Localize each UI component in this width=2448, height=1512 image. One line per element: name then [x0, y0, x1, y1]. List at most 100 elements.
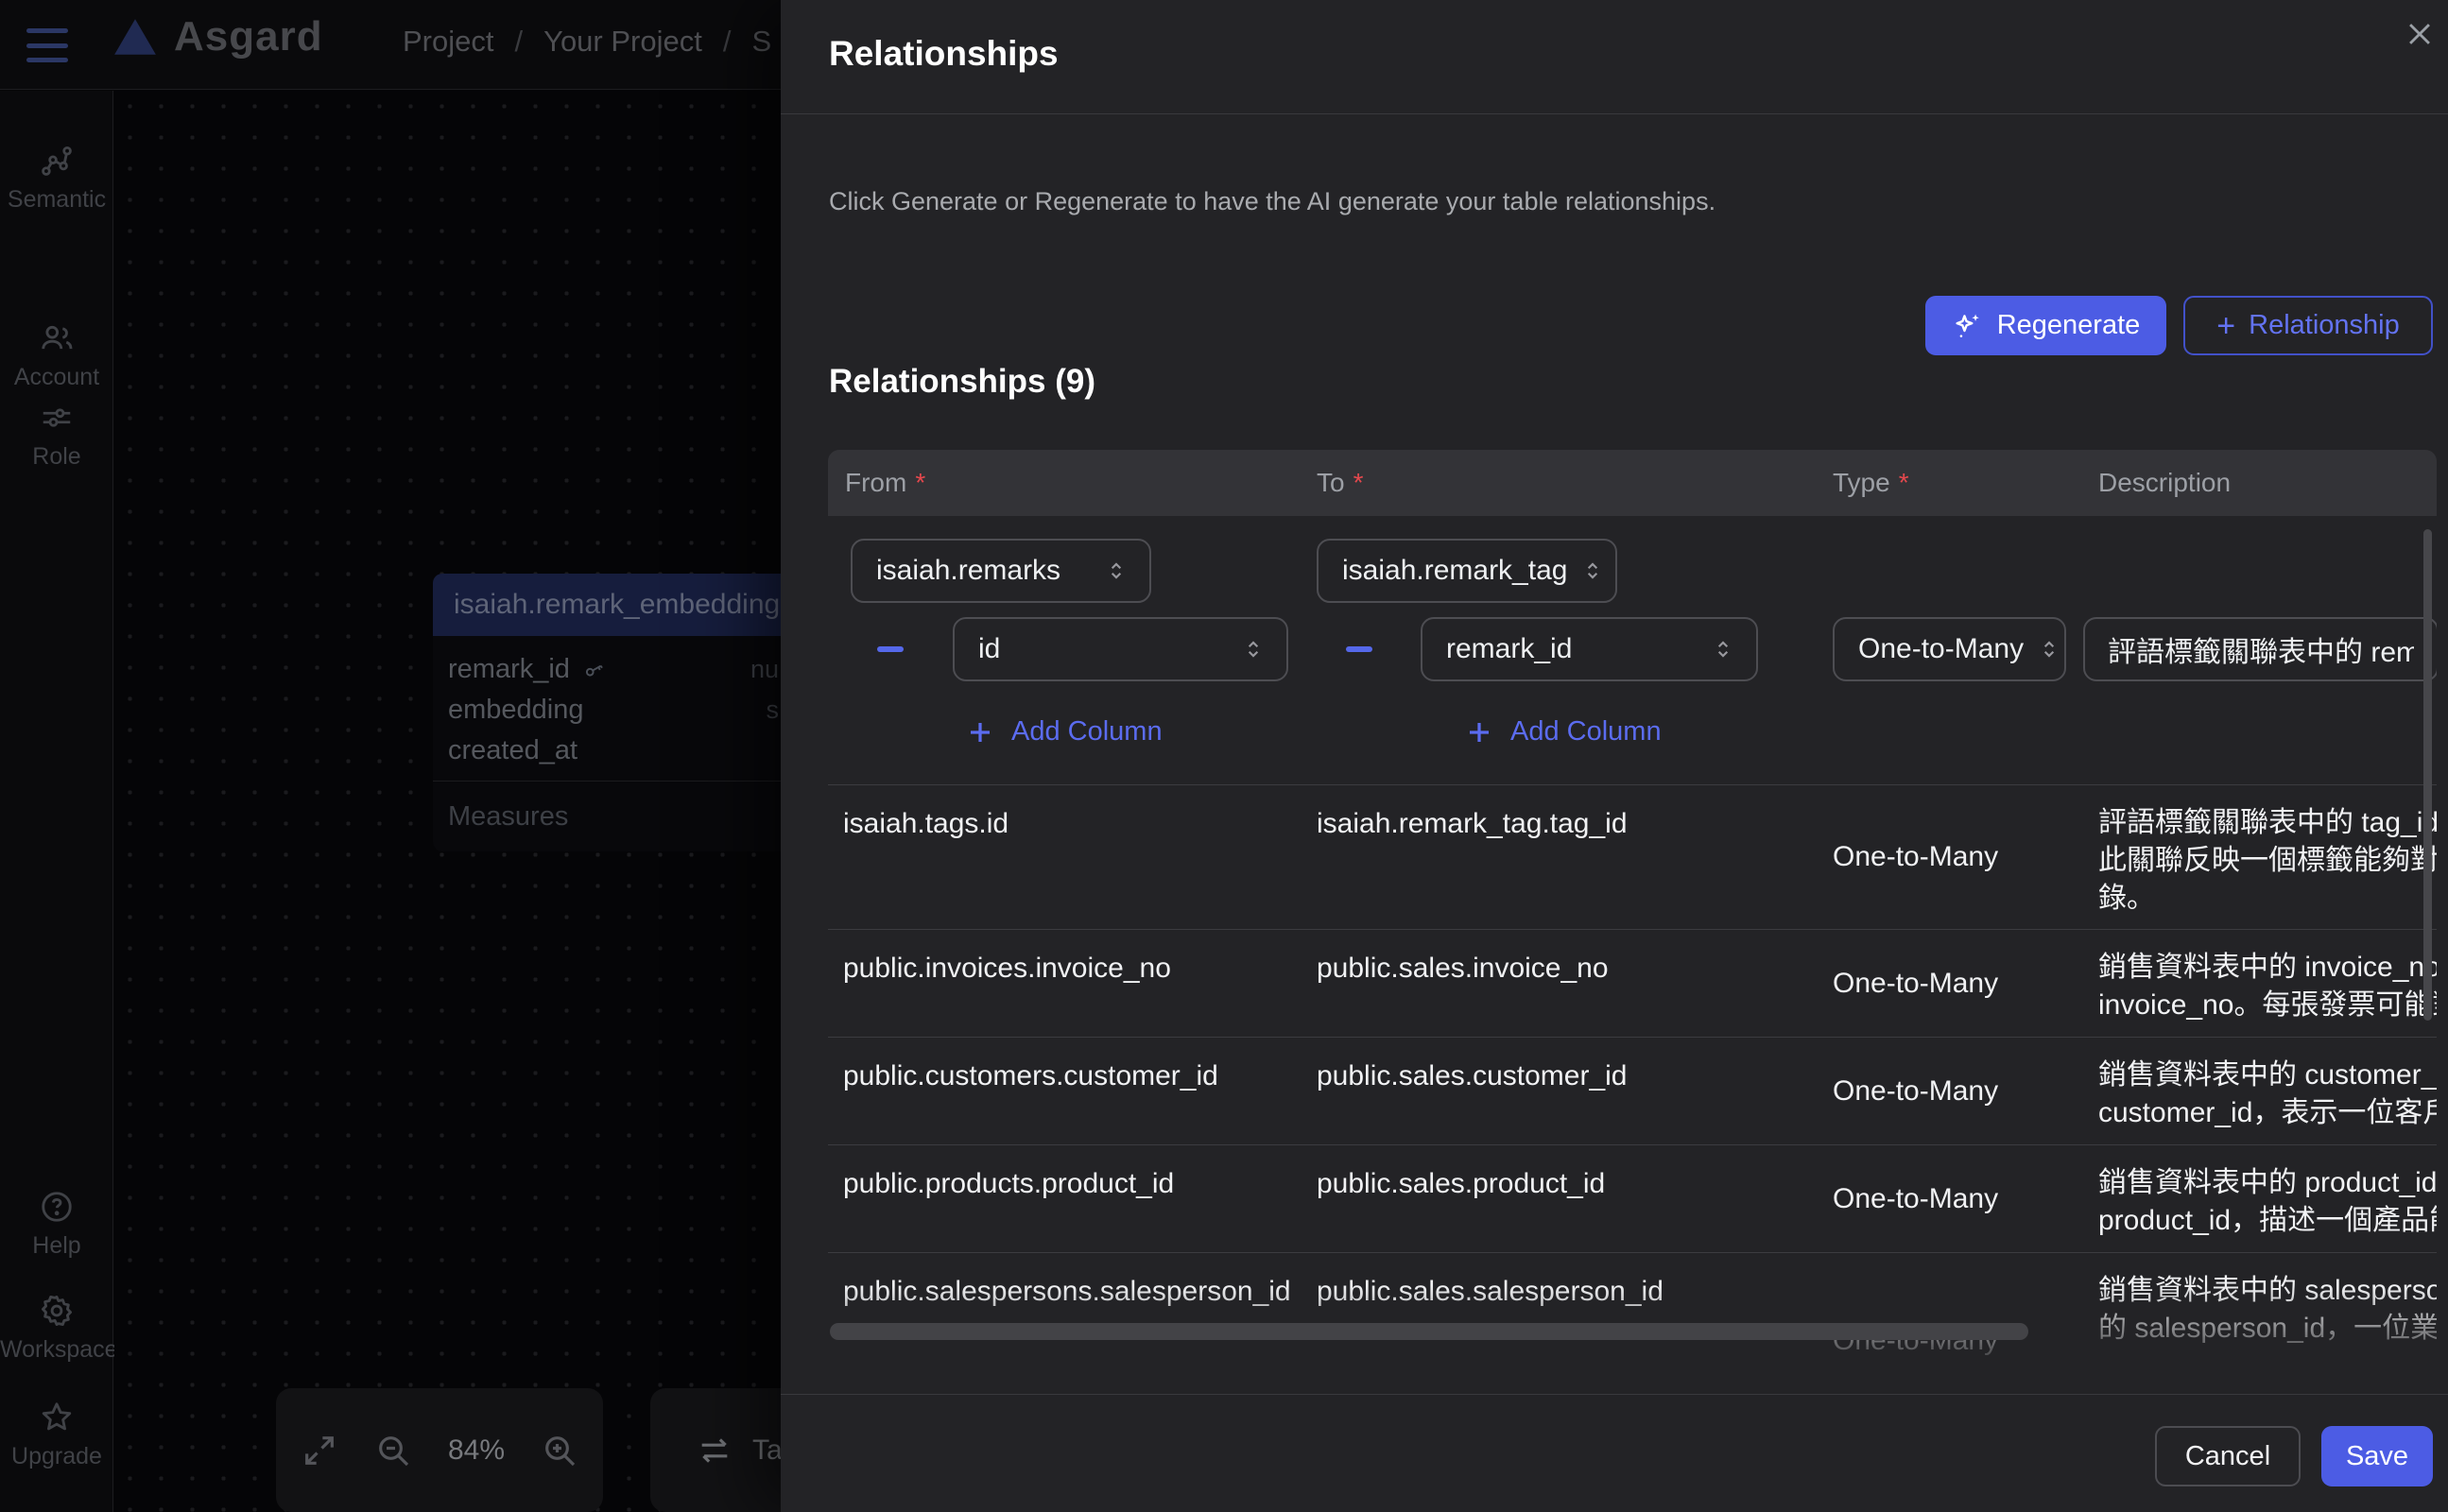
sidebar-item-help[interactable]: Help: [0, 1189, 113, 1260]
gear-icon: [39, 1293, 75, 1329]
sidebar-item-account[interactable]: Account: [0, 320, 113, 391]
header-description: Description: [2098, 468, 2231, 498]
breadcrumb: Project / Your Project / S: [403, 25, 771, 59]
sidebar-item-workspace[interactable]: Workspace: [0, 1293, 113, 1364]
row-description: 銷售資料表中的 salesperson_ 的 salesperson_id，一位…: [2098, 1272, 2437, 1348]
row-to: isaiah.remark_tag.tag_id: [1317, 808, 1628, 840]
row-to: public.sales.invoice_no: [1317, 953, 1609, 985]
hamburger-menu-icon[interactable]: [26, 28, 68, 62]
measures-section-label: Measures: [433, 782, 794, 851]
row-type: One-to-Many: [1833, 1075, 1998, 1108]
modal-intro-text: Click Generate or Regenerate to have the…: [829, 187, 1715, 216]
sidebar-item-role[interactable]: Role: [0, 400, 113, 471]
add-to-column-link[interactable]: Add Column: [1465, 716, 1662, 747]
breadcrumb-separator: /: [514, 25, 523, 59]
star-icon: [39, 1400, 75, 1435]
zoom-out-icon[interactable]: [374, 1432, 412, 1469]
relationship-type-select[interactable]: One-to-Many: [1833, 617, 2066, 681]
table-card-title: isaiah.remark_embeddings: [454, 589, 794, 621]
sparkle-icon: [1952, 310, 1984, 342]
relationships-modal: Relationships Click Generate or Regenera…: [781, 0, 2448, 1512]
breadcrumb-your-project[interactable]: Your Project: [543, 25, 702, 59]
close-icon[interactable]: [2399, 13, 2440, 55]
header-from: From*: [845, 468, 925, 498]
required-asterisk: *: [915, 468, 925, 497]
sidebar-item-upgrade[interactable]: Upgrade: [0, 1400, 113, 1470]
field-row-created-at[interactable]: created_at: [433, 730, 794, 771]
relationship-row[interactable]: public.customers.customer_id public.sale…: [828, 1037, 2437, 1144]
fit-view-icon[interactable]: [301, 1432, 338, 1469]
semantic-network-icon: [39, 143, 75, 179]
row-to: public.sales.product_id: [1317, 1168, 1605, 1200]
relationships-count-heading: Relationships (9): [829, 363, 1095, 401]
breadcrumb-project[interactable]: Project: [403, 25, 493, 59]
field-type: nu: [750, 655, 779, 684]
description-input[interactable]: [2083, 617, 2437, 681]
sliders-icon: [39, 400, 75, 436]
row-description: 銷售資料表中的 product_id 連 product_id，描述一個產品能: [2098, 1164, 2437, 1240]
field-name: created_at: [448, 735, 578, 766]
key-icon: [577, 653, 611, 687]
remove-from-column-button[interactable]: [877, 646, 904, 652]
row-description: 銷售資料表中的 invoice_no 連 invoice_no。每張發票可能對: [2098, 949, 2437, 1024]
breadcrumb-current[interactable]: S: [751, 25, 771, 59]
relationship-type-value: One-to-Many: [1858, 633, 2024, 665]
app-logo: Asgard: [112, 13, 323, 60]
sidebar-item-label: Upgrade: [0, 1443, 113, 1470]
swap-arrows-icon: [696, 1432, 733, 1469]
sidebar-item-semantic[interactable]: Semantic: [0, 143, 113, 214]
save-button[interactable]: Save: [2321, 1426, 2433, 1486]
table-card-body: remark_id nu embedding s created_at Meas…: [433, 636, 794, 851]
to-column-select[interactable]: remark_id: [1421, 617, 1758, 681]
regenerate-button[interactable]: Regenerate: [1925, 296, 2166, 355]
breadcrumb-separator: /: [723, 25, 732, 59]
sidebar-item-label: Help: [0, 1232, 113, 1260]
cancel-button[interactable]: Cancel: [2155, 1426, 2301, 1486]
plus-icon: [1465, 718, 1493, 747]
header-to: To*: [1317, 468, 1363, 498]
to-table-select[interactable]: isaiah.remark_tag: [1317, 539, 1617, 603]
field-row-remark-id[interactable]: remark_id nu: [433, 649, 794, 690]
to-table-value: isaiah.remark_tag: [1342, 555, 1567, 587]
from-table-select[interactable]: isaiah.remarks: [851, 539, 1151, 603]
table-card-header[interactable]: isaiah.remark_embeddings: [433, 574, 794, 636]
from-column-select[interactable]: id: [953, 617, 1288, 681]
add-from-column-link[interactable]: Add Column: [966, 716, 1163, 747]
table-header-row: From* To* Type* Description: [828, 450, 2437, 516]
relationship-row[interactable]: public.products.product_id public.sales.…: [828, 1144, 2437, 1252]
row-from: public.invoices.invoice_no: [843, 953, 1171, 985]
table-card-remark-embeddings[interactable]: isaiah.remark_embeddings remark_id nu em…: [433, 574, 794, 851]
remove-to-column-button[interactable]: [1346, 646, 1372, 652]
field-row-embedding[interactable]: embedding s: [433, 690, 794, 730]
row-type: One-to-Many: [1833, 1183, 1998, 1215]
modal-footer: Cancel Save: [781, 1394, 2448, 1512]
row-type: One-to-Many: [1833, 968, 1998, 1000]
row-type: One-to-Many: [1833, 841, 1998, 873]
zoom-toolbar: 84%: [276, 1388, 603, 1512]
zoom-in-icon[interactable]: [541, 1432, 578, 1469]
horizontal-scrollbar-thumb[interactable]: [830, 1323, 2028, 1340]
zoom-level: 84%: [448, 1435, 505, 1467]
row-to: public.sales.salesperson_id: [1317, 1276, 1664, 1308]
row-from: public.customers.customer_id: [843, 1060, 1218, 1092]
relationship-editor-row: isaiah.remarks isaiah.remark_tag id: [828, 516, 2437, 784]
sidebar-item-label: Workspace: [0, 1336, 113, 1364]
modal-header-divider: [781, 113, 2448, 114]
required-asterisk: *: [1353, 468, 1364, 497]
chevron-updown-icon: [1698, 637, 1735, 662]
help-circle-icon: [39, 1189, 75, 1225]
row-from: public.products.product_id: [843, 1168, 1174, 1200]
plus-icon: [966, 718, 994, 747]
vertical-scrollbar-thumb[interactable]: [2423, 529, 2432, 1021]
chevron-updown-icon: [2024, 637, 2061, 662]
from-table-value: isaiah.remarks: [876, 555, 1060, 587]
from-column-value: id: [978, 633, 1000, 665]
modal-title: Relationships: [829, 34, 1059, 74]
relationship-row[interactable]: public.invoices.invoice_no public.sales.…: [828, 929, 2437, 1037]
row-to: public.sales.customer_id: [1317, 1060, 1628, 1092]
add-relationship-button[interactable]: + Relationship: [2183, 296, 2433, 355]
field-name: remark_id: [448, 654, 570, 685]
relationship-row[interactable]: isaiah.tags.id isaiah.remark_tag.tag_id …: [828, 784, 2437, 929]
regenerate-label: Regenerate: [1997, 310, 2141, 341]
add-column-label: Add Column: [1011, 716, 1163, 747]
